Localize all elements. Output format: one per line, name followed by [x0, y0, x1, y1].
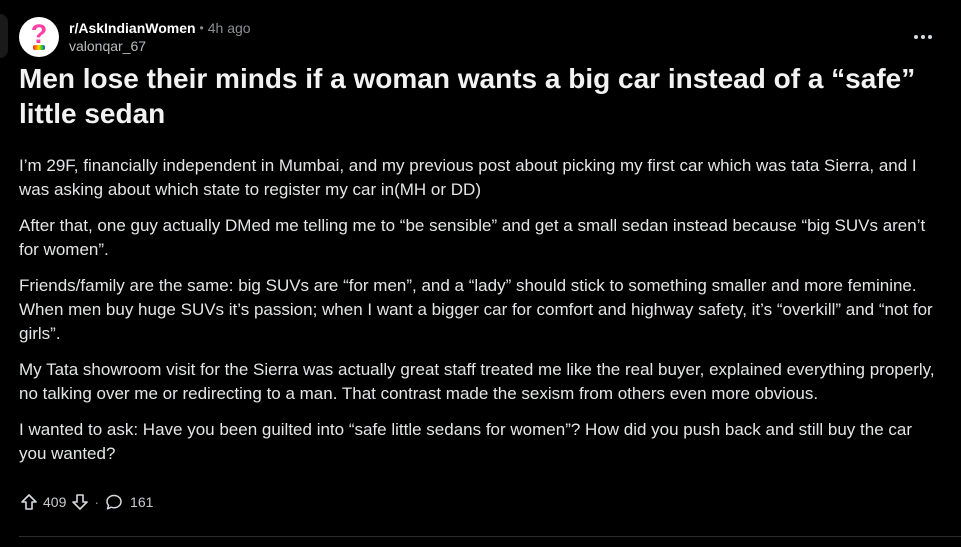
post-page: ? r/AskIndianWomen • 4h ago valonqar_67 …: [0, 0, 961, 547]
downvote-button[interactable]: [70, 492, 90, 512]
sidebar-edge: [0, 14, 8, 58]
comment-count[interactable]: 161: [130, 494, 153, 510]
body-paragraph: I wanted to ask: Have you been guilted i…: [19, 420, 912, 463]
body-paragraph: I’m 29F, financially independent in Mumb…: [19, 156, 917, 199]
post-timestamp: 4h ago: [207, 20, 251, 36]
comments-button[interactable]: [104, 492, 124, 512]
comment-bubble-icon: [106, 494, 122, 510]
subreddit-link[interactable]: r/AskIndianWomen: [69, 19, 196, 37]
rainbow-stripe-icon: [33, 45, 45, 50]
body-paragraph: Friends/family are the same: big SUVs ar…: [19, 276, 933, 343]
body-paragraph: After that, one guy actually DMed me tel…: [19, 216, 926, 259]
upvote-arrow-icon: [21, 494, 37, 510]
body-paragraph: My Tata showroom visit for the Sierra wa…: [19, 360, 935, 403]
post-header: ? r/AskIndianWomen • 4h ago valonqar_67: [19, 16, 251, 58]
post-body: I’m 29F, financially independent in Mumb…: [19, 154, 944, 478]
subreddit-avatar[interactable]: ?: [19, 17, 59, 57]
ellipsis-icon: [914, 35, 932, 39]
author-link[interactable]: valonqar_67: [69, 37, 251, 55]
actions-separator: ·: [94, 494, 100, 510]
meta-separator: •: [199, 21, 204, 35]
post-meta: r/AskIndianWomen • 4h ago valonqar_67: [69, 19, 251, 55]
post-title: Men lose their minds if a woman wants a …: [19, 63, 916, 129]
post-actions: 409 · 161: [19, 491, 153, 513]
post-divider: [19, 536, 961, 537]
meta-top-row: r/AskIndianWomen • 4h ago: [69, 19, 251, 37]
more-options-button[interactable]: [910, 26, 936, 46]
upvote-button[interactable]: [19, 492, 39, 512]
vote-count: 409: [43, 494, 67, 510]
question-mark-icon: ?: [30, 18, 48, 49]
downvote-arrow-icon: [72, 494, 89, 510]
